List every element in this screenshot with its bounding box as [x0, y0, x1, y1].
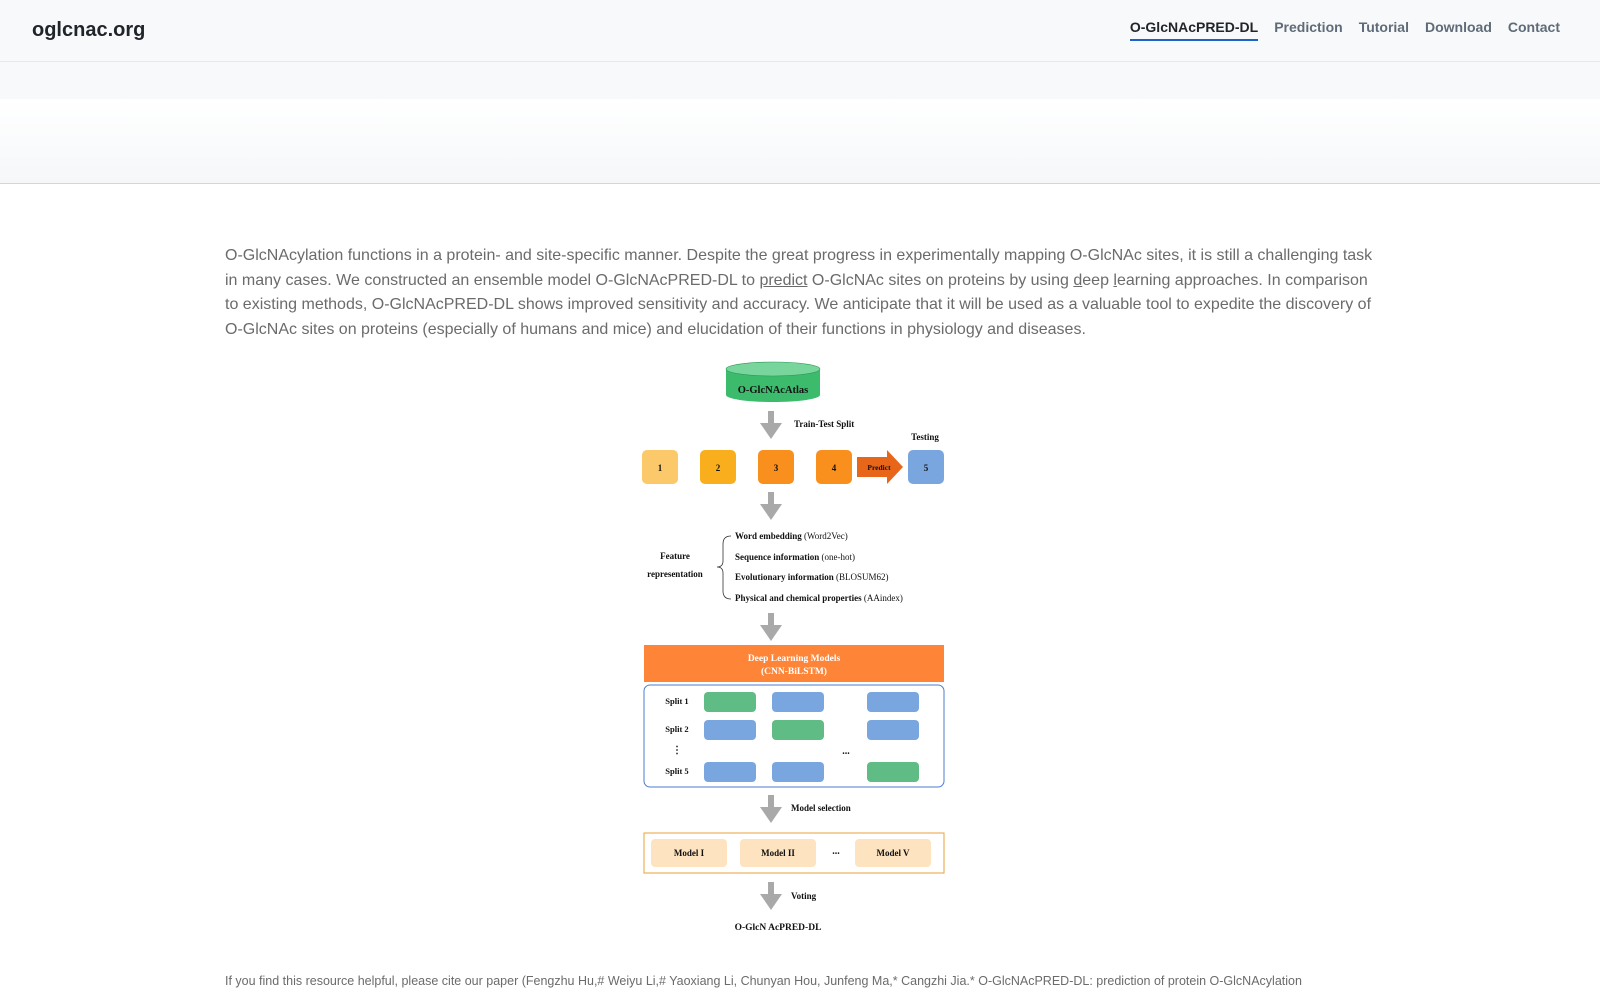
model-1-label: Model I [674, 848, 705, 858]
down-arrow-icon [760, 882, 782, 910]
database-cylinder: O-GlcNAcAtlas [725, 361, 821, 402]
feature-title-line2: representation [647, 569, 703, 579]
dl-title-line2: (CNN-BiLSTM) [761, 666, 827, 677]
split-1-label: Split 1 [665, 696, 688, 706]
nav-contact[interactable]: Contact [1508, 19, 1560, 41]
fold-1-label: 1 [658, 463, 663, 473]
intro-d: d [1073, 271, 1083, 289]
citation-text: If you find this resource helpful, pleas… [225, 974, 1302, 988]
split-2-block-b [772, 720, 824, 740]
database-label: O-GlcNAcAtlas [738, 385, 809, 396]
split-5-block-b [772, 762, 824, 782]
nav-prediction[interactable]: Prediction [1274, 19, 1342, 41]
fold-3-label: 3 [774, 463, 779, 473]
nav-home[interactable]: O-GlcNAcPRED-DL [1129, 19, 1259, 41]
nav-download[interactable]: Download [1425, 19, 1492, 41]
model-selection-label: Model selection [791, 803, 851, 813]
split-2-block-a [704, 720, 756, 740]
intro-paragraph: O-GlcNAcylation functions in a protein- … [225, 244, 1375, 342]
split-vertical-ellipsis: ⋮ [672, 745, 682, 756]
output-label: O-GlcN AcPRED-DL [735, 923, 822, 933]
feature-1: Word embedding (Word2Vec) [735, 531, 848, 541]
intro-eep: eep [1082, 271, 1114, 289]
dl-title-line1: Deep Learning Models [748, 654, 841, 664]
split-5-label: Split 5 [665, 766, 688, 776]
feature-3: Evolutionary information (BLOSUM62) [735, 572, 889, 582]
brace-icon [716, 535, 732, 600]
fold-5-label: 5 [924, 463, 929, 473]
split-ellipsis: ... [842, 746, 850, 757]
brand-link[interactable]: oglcnac.org [32, 19, 145, 42]
nav-links: O-GlcNAcPRED-DL Prediction Tutorial Down… [1129, 19, 1560, 41]
split-1-block-b [772, 692, 824, 712]
down-arrow-icon [760, 492, 782, 520]
split-5-block-a [704, 762, 756, 782]
down-arrow-icon [760, 795, 782, 823]
hero-band [0, 99, 1600, 184]
voting-label: Voting [791, 891, 817, 901]
intro-text-2: O-GlcNAc sites on proteins by using [807, 271, 1074, 289]
split-5-block-c [867, 762, 919, 782]
top-navbar: oglcnac.org O-GlcNAcPRED-DL Prediction T… [0, 0, 1600, 62]
split-1-block-c [867, 692, 919, 712]
feature-2: Sequence information (one-hot) [735, 552, 855, 562]
fold-4-label: 4 [832, 463, 837, 473]
models-ellipsis: ... [832, 846, 840, 857]
predict-arrow-icon: Predict [857, 450, 903, 484]
feature-4: Physical and chemical properties (AAinde… [735, 593, 903, 603]
predict-link[interactable]: predict [759, 272, 807, 289]
nav-tutorial[interactable]: Tutorial [1359, 19, 1409, 41]
feature-title-line1: Feature [660, 551, 690, 561]
fold-2-label: 2 [716, 463, 721, 473]
workflow-figure: O-GlcNAcAtlas Train-Test Split Testing 1… [633, 361, 967, 944]
train-test-split-label: Train-Test Split [794, 419, 854, 429]
header-gap [0, 62, 1600, 99]
split-1-block-a [704, 692, 756, 712]
testing-label: Testing [911, 432, 939, 442]
split-2-block-c [867, 720, 919, 740]
predict-label: Predict [867, 463, 891, 472]
model-5-label: Model V [876, 848, 910, 858]
down-arrow-icon [760, 411, 782, 439]
split-2-label: Split 2 [665, 724, 688, 734]
down-arrow-icon [760, 613, 782, 641]
model-2-label: Model II [761, 848, 795, 858]
